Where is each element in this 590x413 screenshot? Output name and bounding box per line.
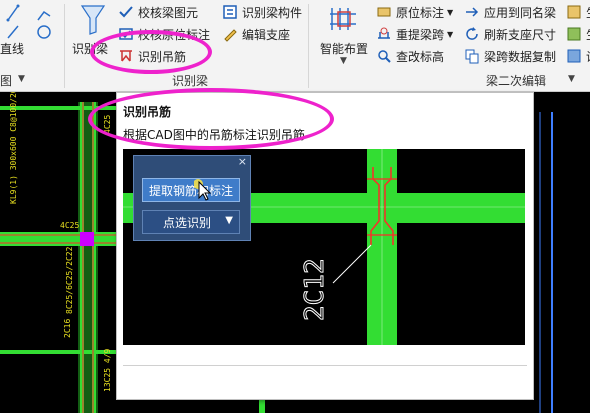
apply-same-name-icon <box>466 7 479 17</box>
settings-button[interactable]: 设 <box>566 46 590 66</box>
smart-layout-icon <box>330 8 356 30</box>
beam-mark-4c25: 4C25 <box>60 221 79 230</box>
line-tool-label: 直线 <box>0 41 25 56</box>
copy-icon <box>465 49 479 64</box>
re-extract-span-button[interactable]: 重提梁跨 ▼ <box>376 24 453 44</box>
beam-component-icon <box>223 5 237 19</box>
hanger-bar-label: 2C12 <box>300 258 330 321</box>
check-beam-element-label: 校核梁图元 <box>138 5 199 20</box>
draw-tools-icons[interactable] <box>2 2 58 42</box>
copy-span-data-label: 梁跨数据复制 <box>484 49 557 64</box>
smart-layout-button[interactable]: 智能布置 <box>320 38 368 58</box>
refresh-support-size-button[interactable]: 刷新支座尺寸 <box>464 24 556 44</box>
beam-secondary-edit-group-label: 梁二次编辑 <box>486 74 547 88</box>
edit-support-button[interactable]: 编辑支座 <box>222 24 290 44</box>
highlight-ellipse-tooltip <box>88 88 334 150</box>
chevron-down-icon: ▼ <box>225 215 233 226</box>
edit-support-icon <box>224 29 237 42</box>
draw-group-label: 图 <box>0 74 13 88</box>
chevron-down-icon[interactable]: ▼ <box>447 30 453 39</box>
group-divider <box>308 4 309 88</box>
smart-layout-label: 智能布置 <box>320 41 369 56</box>
generate-icon <box>567 5 581 19</box>
recognize-beam-component-button[interactable]: 识别梁构件 <box>222 2 302 22</box>
check-elevation-icon <box>378 50 391 63</box>
extract-rebar-annotation-button[interactable]: 提取钢筋和标注 <box>142 178 240 202</box>
re-extract-span-icon <box>378 27 390 39</box>
panel-close-icon[interactable]: × <box>238 155 247 168</box>
check-beam-element-button[interactable]: 校核梁图元 <box>118 2 198 22</box>
hanger-bar-floating-panel: × 提取钢筋和标注 点选识别 ▼ <box>133 155 251 241</box>
inplace-annotation-icon <box>377 7 391 17</box>
recognize-beam-icon <box>80 5 106 35</box>
copy-span-data-button[interactable]: 梁跨数据复制 <box>464 46 556 66</box>
highlight-ellipse-ribbon <box>90 30 212 74</box>
mouse-cursor-icon <box>194 179 212 201</box>
settings-icon <box>567 49 581 63</box>
recognize-beam-component-label: 识别梁构件 <box>242 5 303 20</box>
draw-group-expand-icon[interactable]: ▼ <box>18 74 25 84</box>
apply-same-name-beam-label: 应用到同名梁 <box>484 5 557 20</box>
recognize-beam-group-label: 识别梁 <box>172 74 209 88</box>
check-beam-icon <box>119 6 133 18</box>
re-extract-span-label: 重提梁跨 <box>396 27 445 42</box>
inplace-annotation-label: 原位标注 <box>396 5 445 20</box>
beam-label-text: KL9(1) 300x600 C8@100/200(2) 2C22;4C25 N… <box>9 92 18 204</box>
generate-label-1: 生 <box>586 4 590 21</box>
refresh-icon <box>466 27 478 40</box>
generate-label-2: 生 <box>586 26 590 43</box>
smart-layout-dropdown-icon[interactable]: ▼ <box>340 56 347 66</box>
line-tool-button[interactable]: 直线 <box>0 38 24 58</box>
tooltip-preview-image: 2C12 × 提取钢筋和标注 点选识别 ▼ <box>123 149 525 345</box>
check-elevation-label: 查改标高 <box>396 49 445 64</box>
check-elevation-button[interactable]: 查改标高 <box>376 46 444 66</box>
group-divider <box>64 4 65 88</box>
tooltip-divider <box>123 365 527 366</box>
settings-label: 设 <box>586 48 590 65</box>
generate-button-1[interactable]: 生 <box>566 2 590 22</box>
apply-same-name-beam-button[interactable]: 应用到同名梁 <box>464 2 556 22</box>
beam-mark-2c16: 2C16 <box>63 319 72 338</box>
refresh-support-size-label: 刷新支座尺寸 <box>484 27 557 42</box>
generate-button-2[interactable]: 生 <box>566 24 590 44</box>
beam-edit-group-expand-icon[interactable]: ▼ <box>568 74 575 84</box>
beam-mark-main-bars: 8C25/6C25/2C22 <box>65 246 74 314</box>
recognition-mode-select[interactable]: 点选识别 ▼ <box>142 210 240 234</box>
chevron-down-icon[interactable]: ▼ <box>447 8 453 17</box>
recognition-mode-value: 点选识别 <box>163 215 212 230</box>
beam-mark-bottom: 13C25 4/9 <box>103 348 112 392</box>
inplace-annotation-button[interactable]: 原位标注 ▼ <box>376 2 453 22</box>
edit-support-label: 编辑支座 <box>242 27 291 42</box>
ribbon: 直线 图 ▼ 识别梁 校核梁图元 校核原位标注 识别吊筋 识别梁构件 编辑支座 … <box>0 0 590 92</box>
generate-icon <box>567 27 581 41</box>
